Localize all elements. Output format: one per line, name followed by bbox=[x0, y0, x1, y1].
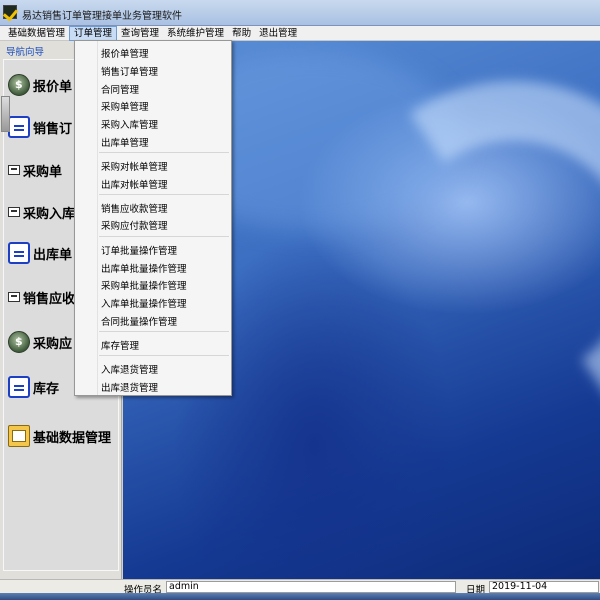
nav-button-inventory[interactable]: 库存 bbox=[8, 374, 59, 400]
nav-button-outbound[interactable]: 出库单 bbox=[8, 240, 72, 266]
document-icon bbox=[8, 242, 30, 264]
menu-separator bbox=[99, 355, 229, 356]
menu-item-quotation[interactable]: 报价单管理 bbox=[101, 46, 149, 60]
menu-item-inbound-batch[interactable]: 入库单批量操作管理 bbox=[101, 296, 187, 310]
menu-item-purchase-inbound[interactable]: 采购入库管理 bbox=[101, 117, 158, 131]
menu-item-outbound-return[interactable]: 出库退货管理 bbox=[101, 380, 158, 394]
menu-item-outbound[interactable]: 出库单管理 bbox=[101, 135, 149, 149]
document-icon bbox=[8, 376, 30, 398]
menu-item-contract-batch[interactable]: 合同批量操作管理 bbox=[101, 314, 177, 328]
nav-button-purchase-inbound[interactable]: 采购入库 bbox=[8, 199, 75, 225]
menu-item-outbound-batch[interactable]: 出库单批量操作管理 bbox=[101, 261, 187, 275]
nav-title: 导航向导 bbox=[6, 47, 45, 58]
folder-icon bbox=[8, 425, 30, 447]
nav-button-basic-data[interactable]: 基础数据管理 bbox=[8, 423, 111, 449]
nav-scroll-handle[interactable] bbox=[1, 96, 10, 132]
menu-separator bbox=[99, 236, 229, 237]
date-value: 2019-11-04 bbox=[489, 581, 599, 593]
document-icon bbox=[8, 116, 30, 138]
money-bag-icon bbox=[8, 331, 30, 353]
menu-help[interactable]: 帮助 bbox=[228, 26, 255, 41]
menu-item-outbound-statement[interactable]: 出库对帐单管理 bbox=[101, 177, 168, 191]
nav-button-label: 销售应收 bbox=[23, 291, 76, 307]
menu-system-maintenance[interactable]: 系统维护管理 bbox=[163, 26, 228, 41]
menu-item-purchase-statement[interactable]: 采购对帐单管理 bbox=[101, 159, 168, 173]
menu-item-purchase-batch[interactable]: 采购单批量操作管理 bbox=[101, 278, 187, 292]
nav-button-purchase-payable[interactable]: 采购应 bbox=[8, 329, 72, 355]
menu-separator bbox=[99, 331, 229, 332]
menu-bar: 基础数据管理 订单管理 查询管理 系统维护管理 帮助 退出管理 bbox=[0, 25, 600, 41]
order-management-dropdown: 报价单管理 销售订单管理 合同管理 采购单管理 采购入库管理 出库单管理 采购对… bbox=[74, 40, 232, 396]
menu-item-sales-receivable[interactable]: 销售应收款管理 bbox=[101, 201, 168, 215]
menu-item-sales-order[interactable]: 销售订单管理 bbox=[101, 64, 158, 78]
menu-item-inbound-return[interactable]: 入库退货管理 bbox=[101, 362, 158, 376]
nav-button-label: 销售订 bbox=[33, 121, 73, 137]
menu-item-contract[interactable]: 合同管理 bbox=[101, 82, 139, 96]
taskbar bbox=[0, 593, 600, 600]
menu-separator bbox=[99, 152, 229, 153]
card-icon bbox=[8, 165, 20, 175]
menu-basic-data[interactable]: 基础数据管理 bbox=[4, 26, 69, 41]
app-logo-icon bbox=[3, 5, 17, 19]
menu-item-inventory[interactable]: 库存管理 bbox=[101, 338, 139, 352]
nav-button-sales-order[interactable]: 销售订 bbox=[8, 114, 72, 140]
operator-value: admin bbox=[166, 581, 456, 593]
nav-button-label: 采购入库 bbox=[23, 206, 76, 222]
menu-exit[interactable]: 退出管理 bbox=[255, 26, 301, 41]
nav-button-label: 采购应 bbox=[33, 336, 73, 352]
money-bag-icon bbox=[8, 74, 30, 96]
card-icon bbox=[8, 292, 20, 302]
nav-button-label: 报价单 bbox=[33, 79, 73, 95]
card-icon bbox=[8, 207, 20, 217]
status-bar: 操作员名 admin 日期 2019-11-04 bbox=[0, 579, 600, 596]
nav-button-purchase-order[interactable]: 采购单 bbox=[8, 157, 62, 183]
menu-order-management[interactable]: 订单管理 bbox=[69, 25, 118, 41]
nav-button-quotation[interactable]: 报价单 bbox=[8, 72, 72, 98]
nav-button-label: 库存 bbox=[33, 381, 60, 397]
title-bar: 易达销售订单管理接单业务管理软件 bbox=[0, 0, 600, 26]
menu-separator bbox=[99, 194, 229, 195]
window-title: 易达销售订单管理接单业务管理软件 bbox=[22, 11, 182, 22]
menu-item-order-batch[interactable]: 订单批量操作管理 bbox=[101, 243, 177, 257]
nav-button-sales-receivable[interactable]: 销售应收 bbox=[8, 284, 75, 310]
menu-item-purchase-payable[interactable]: 采购应付款管理 bbox=[101, 218, 168, 232]
nav-button-label: 基础数据管理 bbox=[33, 430, 112, 446]
nav-button-label: 出库单 bbox=[33, 247, 73, 263]
nav-button-label: 采购单 bbox=[23, 164, 63, 180]
menu-query[interactable]: 查询管理 bbox=[117, 26, 163, 41]
menu-item-purchase-order[interactable]: 采购单管理 bbox=[101, 99, 149, 113]
